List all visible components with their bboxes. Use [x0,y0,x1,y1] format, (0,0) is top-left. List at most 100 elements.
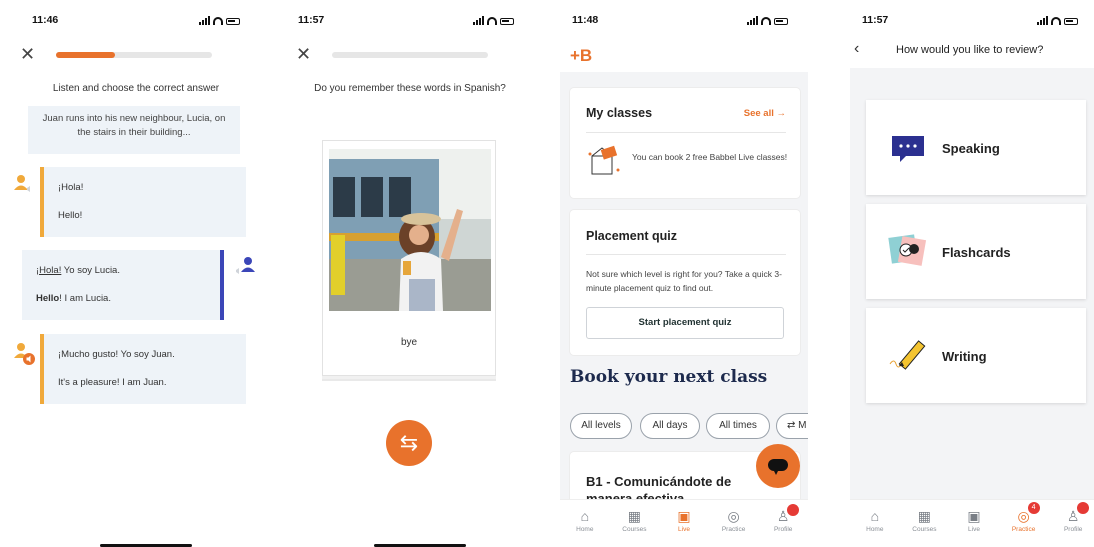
dialog-3-spanish: ¡Mucho gusto! Yo soy Juan. [58,349,175,360]
tab-practice[interactable]: ◎ Practice [712,502,756,547]
review-option-writing[interactable]: Writing [866,308,1086,403]
tab-courses[interactable]: ▦ Courses [902,502,946,547]
status-bar: 11:57 [286,14,534,32]
flip-card-button[interactable]: ⇆ [386,420,432,466]
filter-all-days[interactable]: All days [640,413,700,439]
progress-fill [56,52,116,58]
class-calendar-icon [586,144,622,185]
practice-badge: 4 [1027,502,1040,514]
dialog-2-english-bold: Hello [36,293,60,304]
flashcards-label: Flashcards [942,245,1011,260]
tab-home[interactable]: ⌂ Home [853,502,897,547]
lesson-instruction: Do you remember these words in Spanish? [314,83,506,94]
wifi-icon [487,17,497,25]
bottom-tab-bar: ⌂ Home ▦ Courses ▣ Live ◎ Practice ♙ Profile [560,499,808,547]
status-bar: 11:48 [560,14,808,32]
lesson-instruction: Listen and choose the correct answer [52,83,220,94]
wifi-icon [1051,17,1061,25]
tab-courses-label: Courses [622,526,647,533]
free-classes-text: You can book 2 free Babbel Live classes! [632,152,788,162]
tab-practice[interactable]: ◎ Practice 4 [1002,502,1046,547]
see-all-link[interactable]: See all → [744,108,786,119]
speaker-juan-audio-icon[interactable] [14,342,38,371]
tab-profile[interactable]: ♙ Profile [761,502,805,547]
tab-courses[interactable]: ▦ Courses [612,502,656,547]
dialog-bubble-1[interactable]: ¡Hola! Hello! [40,167,246,237]
close-icon[interactable]: ✕ [296,44,311,65]
status-time: 11:48 [572,14,599,26]
speech-bubble-icon [892,136,924,167]
tab-profile-label: Profile [1063,526,1083,533]
dialog-2-highlight[interactable]: ¡Hola! [36,265,61,276]
battery-icon [774,18,788,25]
dialog-2-english: ! I am Lucia. [59,293,111,304]
dialog-1-spanish: ¡Hola! [58,182,84,193]
bottom-tab-bar: ⌂ Home ▦ Courses ▣ Live ◎ Practice 4 ♙ Profile [850,499,1094,547]
back-chevron-icon[interactable]: ‹ [854,40,859,58]
tab-live[interactable]: ▣ Live [952,502,996,547]
divider [586,132,786,133]
status-time: 11:57 [862,14,889,26]
speaker-lucia-avatar[interactable] [234,256,256,283]
tab-home-label: Home [576,526,594,533]
my-classes-title: My classes [586,106,653,120]
status-bar: 11:57 [850,14,1094,32]
speaking-label: Speaking [942,141,1000,156]
battery-icon [226,18,240,25]
lesson-progress-bar [332,52,488,58]
screen-live: 11:48 +B My classes See all → You can bo… [560,0,808,547]
live-icon: ▣ [677,508,691,524]
start-placement-quiz-button[interactable]: Start placement quiz [586,307,784,339]
battery-icon [500,18,514,25]
dialog-bubble-3[interactable]: ¡Mucho gusto! Yo soy Juan. It's a pleasu… [40,334,246,404]
review-option-flashcards[interactable]: Flashcards [866,204,1086,299]
my-classes-card: My classes See all → You can book 2 free… [570,88,800,198]
wifi-icon [761,17,771,25]
home-icon: ⌂ [870,508,880,524]
chat-button[interactable] [756,444,800,488]
dialog-intro: Juan runs into his new neighbour, Lucia,… [28,106,240,154]
tab-profile[interactable]: ♙ Profile [1051,502,1094,547]
tab-home[interactable]: ⌂ Home [563,502,607,547]
signal-icon [199,16,210,25]
tab-profile-label: Profile [773,526,793,533]
placement-quiz-text: Not sure which level is right for you? T… [586,269,782,293]
home-icon: ⌂ [580,508,590,524]
review-option-speaking[interactable]: Speaking [866,100,1086,195]
tab-courses-label: Courses [912,526,937,533]
status-time: 11:46 [32,14,59,26]
courses-icon: ▦ [627,508,641,524]
live-icon: ▣ [967,508,981,524]
swap-arrows-icon: ⇆ [399,430,419,455]
flashcard-word: bye [400,337,418,348]
dialog-1-english: Hello! [58,210,83,221]
dialog-bubble-2[interactable]: ¡Hola! Yo soy Lucia. Hello! I am Lucia. [22,250,224,320]
speaker-juan-avatar[interactable] [14,174,36,201]
screen-vocab-review: 11:57 ✕ Do you remember these words in S… [286,0,534,547]
tab-practice-label: Practice [721,526,746,533]
close-icon[interactable]: ✕ [20,44,35,65]
dialog-3-english: It's a pleasure! I am Juan. [58,377,167,388]
pencil-icon [888,336,928,379]
screen-listening-lesson: 11:46 ✕ Listen and choose the correct an… [12,0,260,547]
tab-live[interactable]: ▣ Live [662,502,706,547]
divider [586,254,786,255]
status-bar: 11:46 [12,14,260,32]
filter-all-levels[interactable]: All levels [570,413,632,439]
wifi-icon [213,17,223,25]
tab-live-label: Live [968,526,980,533]
filter-all-times[interactable]: All times [706,413,770,439]
tab-home-label: Home [866,526,884,533]
battery-icon [1064,18,1078,25]
practice-icon: ◎ [727,508,740,524]
courses-icon: ▦ [917,508,931,524]
lesson-progress-bar [56,52,212,58]
signal-icon [473,16,484,25]
dialog-2-spanish: Yo soy Lucia. [61,265,120,276]
placement-quiz-card: Placement quiz Not sure which level is r… [570,210,800,355]
flashcards-icon [888,230,928,275]
flashcard[interactable]: bye [322,140,496,376]
status-time: 11:57 [298,14,325,26]
chat-icon [768,459,788,475]
filter-more[interactable]: ⇄ M [776,413,808,439]
